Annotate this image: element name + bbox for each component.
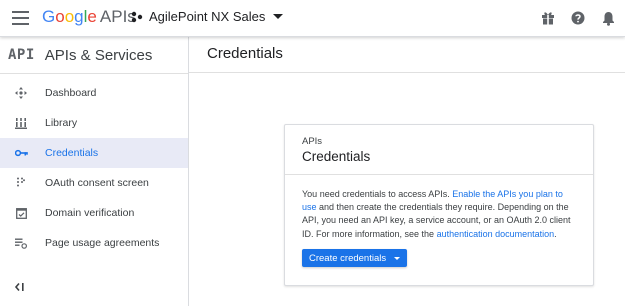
domain-verification-icon	[14, 206, 28, 220]
sidebar-item-credentials[interactable]: Credentials	[0, 138, 188, 168]
google-apis-logo[interactable]: Google APIs	[42, 7, 136, 27]
sidebar-item-page-usage-agreements[interactable]: Page usage agreements	[0, 228, 188, 258]
hamburger-icon[interactable]	[12, 11, 29, 25]
api-logo: API	[8, 47, 35, 63]
sidebar-item-library[interactable]: Library	[0, 108, 188, 138]
page-usage-icon	[14, 236, 28, 250]
page-header: Credentials	[189, 37, 625, 73]
key-icon	[14, 146, 28, 160]
card-eyebrow: APIs	[302, 136, 323, 147]
chevron-down-icon	[394, 256, 401, 260]
credentials-empty-state-card: APIs Credentials You need credentials to…	[284, 124, 594, 286]
collapse-sidebar-icon[interactable]	[14, 279, 25, 297]
divider	[285, 174, 593, 175]
sidebar-item-label: Domain verification	[45, 207, 135, 219]
card-description: You need credentials to access APIs. Ena…	[302, 188, 578, 241]
sidebar-item-label: Page usage agreements	[45, 237, 160, 249]
notifications-icon[interactable]	[599, 9, 617, 27]
project-dots-icon	[131, 11, 143, 22]
library-icon	[14, 116, 28, 130]
gift-icon[interactable]	[539, 9, 557, 27]
description-text: You need credentials to access APIs.	[302, 189, 453, 199]
sidebar-title: APIs & Services	[44, 46, 153, 64]
create-credentials-button[interactable]: Create credentials	[302, 249, 408, 267]
project-name: AgilePoint NX Sales	[149, 9, 266, 24]
oauth-consent-icon	[14, 176, 28, 190]
sidebar: API APIs & Services Dashboard Library Cr…	[0, 37, 189, 306]
sidebar-item-dashboard[interactable]: Dashboard	[0, 78, 188, 108]
sidebar-item-label: Dashboard	[45, 87, 97, 99]
sidebar-item-label: Credentials	[45, 147, 99, 159]
chevron-down-icon	[273, 14, 284, 19]
sidebar-item-oauth-consent-screen[interactable]: OAuth consent screen	[0, 168, 188, 198]
sidebar-header: API APIs & Services	[0, 37, 188, 74]
authentication-documentation-link[interactable]: authentication documentation	[437, 229, 555, 239]
card-title: Credentials	[302, 149, 371, 164]
project-selector[interactable]: AgilePoint NX Sales	[131, 9, 284, 24]
sidebar-item-label: Library	[45, 117, 78, 129]
sidebar-item-label: OAuth consent screen	[45, 177, 149, 189]
description-text: .	[554, 228, 557, 239]
page-title: Credentials	[207, 45, 283, 62]
sidebar-item-domain-verification[interactable]: Domain verification	[0, 198, 188, 228]
help-icon[interactable]	[569, 9, 587, 27]
dashboard-icon	[14, 86, 28, 100]
create-credentials-label: Create credentials	[309, 252, 387, 264]
top-app-bar: Google APIs AgilePoint NX Sales	[0, 0, 625, 37]
